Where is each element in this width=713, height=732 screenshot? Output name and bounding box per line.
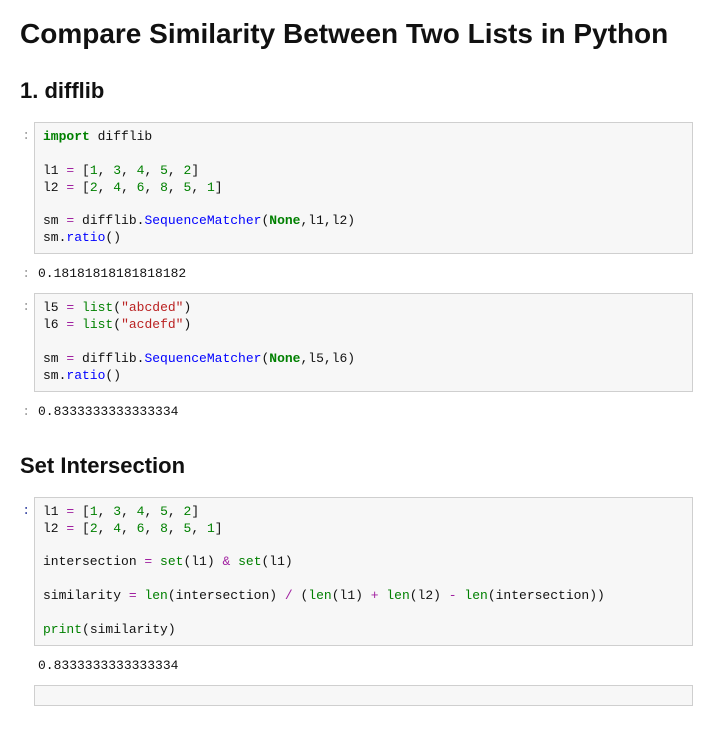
code-output: 0.8333333333333334: [34, 398, 693, 425]
page-title: Compare Similarity Between Two Lists in …: [20, 18, 693, 50]
code-input[interactable]: import difflib l1 = [1, 3, 4, 5, 2] l2 =…: [34, 122, 693, 254]
output-cell-3: : 0.8333333333333334: [20, 652, 693, 679]
code-output: 0.8333333333333334: [34, 652, 693, 679]
output-prompt: :: [20, 260, 34, 287]
code-output: 0.18181818181818182: [34, 260, 693, 287]
input-prompt: :: [20, 497, 34, 646]
input-prompt: :: [20, 122, 34, 254]
code-input[interactable]: [34, 685, 693, 706]
input-prompt: :: [20, 293, 34, 391]
output-cell-2: : 0.8333333333333334: [20, 398, 693, 425]
output-cell-1: : 0.18181818181818182: [20, 260, 693, 287]
code-input[interactable]: l1 = [1, 3, 4, 5, 2] l2 = [2, 4, 6, 8, 5…: [34, 497, 693, 646]
section-heading-set: Set Intersection: [20, 453, 693, 479]
section-heading-difflib: 1. difflib: [20, 78, 693, 104]
code-cell-3: : l1 = [1, 3, 4, 5, 2] l2 = [2, 4, 6, 8,…: [20, 497, 693, 646]
code-input[interactable]: l5 = list("abcded") l6 = list("acdefd") …: [34, 293, 693, 391]
output-prompt: :: [20, 398, 34, 425]
code-cell-2: : l5 = list("abcded") l6 = list("acdefd"…: [20, 293, 693, 391]
code-cell-empty: :: [20, 685, 693, 706]
code-cell-1: : import difflib l1 = [1, 3, 4, 5, 2] l2…: [20, 122, 693, 254]
